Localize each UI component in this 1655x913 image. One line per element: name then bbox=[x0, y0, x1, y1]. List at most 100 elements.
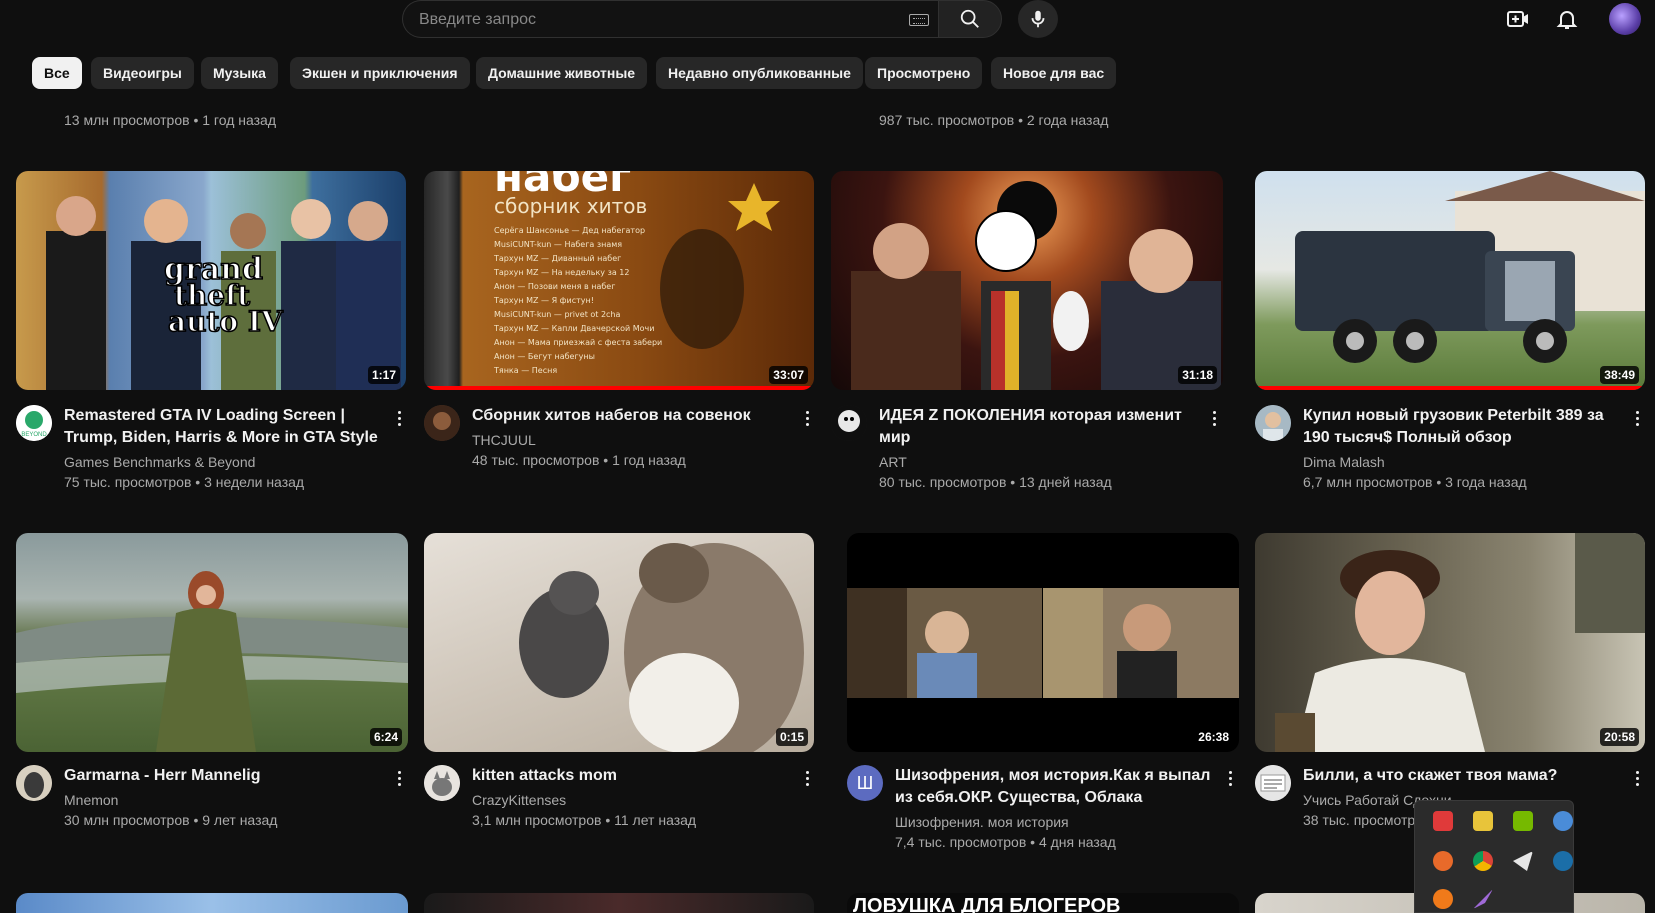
video-thumbnail[interactable]: 31:18 bbox=[831, 171, 1223, 390]
update-icon[interactable] bbox=[1433, 889, 1453, 909]
svg-text:Тархун MZ — Я фистун!: Тархун MZ — Я фистун! bbox=[493, 296, 594, 305]
channel-avatar[interactable] bbox=[424, 765, 460, 801]
more-icon[interactable] bbox=[389, 406, 409, 430]
steam-icon[interactable] bbox=[1553, 851, 1573, 871]
chrome-icon[interactable] bbox=[1473, 851, 1493, 871]
channel-name[interactable]: CrazyKittenses bbox=[472, 792, 566, 808]
svg-text:MusiCUNT-kun — privet ot 2cha: MusiCUNT-kun — privet ot 2cha bbox=[494, 310, 621, 319]
svg-text:Тархун MZ — Капли Двачерской М: Тархун MZ — Капли Двачерской Мочи bbox=[493, 324, 654, 333]
chip-watched[interactable]: Просмотрено bbox=[865, 57, 983, 89]
app-icon[interactable] bbox=[1433, 851, 1453, 871]
shield-icon[interactable] bbox=[1473, 811, 1493, 831]
filter-chips-bar: Все Видеоигры Музыка Экшен и приключения… bbox=[0, 52, 1655, 96]
thumbnail-art bbox=[847, 588, 1239, 698]
chip-music[interactable]: Музыка bbox=[201, 57, 278, 89]
channel-name[interactable]: THCJUUL bbox=[472, 432, 536, 448]
channel-avatar[interactable] bbox=[16, 765, 52, 801]
create-icon bbox=[1507, 11, 1528, 27]
channel-avatar[interactable] bbox=[424, 405, 460, 441]
more-icon[interactable] bbox=[389, 766, 409, 790]
video-duration: 31:18 bbox=[1178, 366, 1217, 384]
thumbnail-art bbox=[1275, 533, 1645, 752]
thumbnail-art: набег сборник хитов Серёга Шансонье — Де… bbox=[493, 171, 780, 375]
chip-new-for-you[interactable]: Новое для вас bbox=[991, 57, 1117, 89]
masthead bbox=[0, 0, 1655, 40]
notifications-button[interactable] bbox=[1552, 4, 1582, 34]
thumbnail-art bbox=[1295, 171, 1645, 363]
channel-name[interactable]: Games Benchmarks & Beyond bbox=[64, 454, 255, 470]
video-duration: 0:15 bbox=[775, 728, 808, 746]
chip-pets[interactable]: Домашние животные bbox=[476, 57, 648, 89]
more-icon[interactable] bbox=[797, 766, 817, 790]
video-stats: 3,1 млн просмотров • 11 лет назад bbox=[472, 812, 697, 828]
channel-avatar[interactable] bbox=[1255, 405, 1291, 441]
video-title[interactable]: Remastered GTA IV Loading Screen | Trump… bbox=[64, 405, 384, 449]
chip-action[interactable]: Экшен и приключения bbox=[290, 57, 470, 89]
channel-name[interactable]: Dima Malash bbox=[1303, 454, 1385, 470]
svg-text:Тархун MZ — На недельку за 12: Тархун MZ — На недельку за 12 bbox=[493, 268, 629, 277]
video-thumbnail[interactable]: набег сборник хитов Серёга Шансонье — Де… bbox=[424, 171, 814, 390]
watch-progress-bar bbox=[424, 386, 814, 390]
video-duration: 33:07 bbox=[769, 366, 808, 384]
video-title[interactable]: Шизофрения, моя история.Как я выпал из с… bbox=[895, 765, 1215, 809]
more-icon[interactable] bbox=[1220, 766, 1240, 790]
video-thumbnail[interactable]: 38:49 bbox=[1255, 171, 1645, 390]
video-title[interactable]: Купил новый грузовик Peterbilt 389 за 19… bbox=[1303, 405, 1623, 449]
video-thumbnail[interactable]: 20:58 bbox=[1255, 533, 1645, 752]
game-icon[interactable] bbox=[1513, 851, 1533, 871]
more-icon[interactable] bbox=[797, 406, 817, 430]
avatar-letter: Ш bbox=[856, 772, 874, 793]
settings-icon[interactable] bbox=[1553, 811, 1573, 831]
watch-progress-bar bbox=[1255, 386, 1645, 390]
channel-avatar[interactable] bbox=[1255, 765, 1291, 801]
video-stats: 80 тыс. просмотров • 13 дней назад bbox=[879, 474, 1112, 490]
video-duration: 1:17 bbox=[367, 366, 400, 384]
video-title[interactable]: kitten attacks mom bbox=[472, 765, 792, 787]
svg-text:BEYOND: BEYOND bbox=[21, 432, 47, 438]
video-thumbnail[interactable]: ЛОВУШКА ДЛЯ БЛОГЕРОВ bbox=[847, 893, 1239, 913]
nvidia-icon[interactable] bbox=[1513, 811, 1533, 831]
video-title[interactable]: Сборник хитов набегов на совенок фист bbox=[472, 405, 792, 427]
svg-text:Анон — Позови меня в набег: Анон — Позови меня в набег bbox=[494, 282, 615, 291]
thumbnail-art bbox=[519, 543, 804, 752]
video-title[interactable]: Garmarna - Herr Mannelig bbox=[64, 765, 384, 787]
antivirus-icon[interactable] bbox=[1433, 811, 1453, 831]
channel-name[interactable]: ART bbox=[879, 454, 907, 470]
voice-search-button[interactable] bbox=[1018, 0, 1058, 38]
chip-recent[interactable]: Недавно опубликованные bbox=[656, 57, 863, 89]
channel-name[interactable]: Шизофрения. моя история bbox=[895, 814, 1069, 830]
channel-avatar[interactable]: BEYOND bbox=[16, 405, 52, 441]
video-title[interactable]: ИДЕЯ Z ПОКОЛЕНИЯ которая изменит мир bbox=[879, 405, 1199, 449]
more-icon[interactable] bbox=[1627, 766, 1647, 790]
feather-icon[interactable] bbox=[1473, 889, 1493, 909]
chip-videogames[interactable]: Видеоигры bbox=[91, 57, 194, 89]
video-duration: 38:49 bbox=[1600, 366, 1639, 384]
video-thumbnail[interactable] bbox=[16, 893, 408, 913]
chip-all[interactable]: Все bbox=[32, 57, 82, 89]
create-button[interactable] bbox=[1503, 4, 1533, 34]
video-thumbnail[interactable]: 0:15 bbox=[424, 533, 814, 752]
video-thumbnail[interactable]: 6:24 bbox=[16, 533, 408, 752]
more-icon[interactable] bbox=[1627, 406, 1647, 430]
bell-icon bbox=[1556, 11, 1578, 29]
channel-avatar[interactable] bbox=[831, 405, 867, 441]
video-title[interactable]: Билли, а что скажет твоя мама? bbox=[1303, 765, 1623, 787]
video-stats: 7,4 тыс. просмотров • 4 дня назад bbox=[895, 834, 1116, 850]
search-button[interactable] bbox=[938, 0, 1002, 38]
channel-name[interactable]: Mnemon bbox=[64, 792, 118, 808]
search-input[interactable] bbox=[419, 9, 899, 31]
avatar[interactable] bbox=[1609, 3, 1641, 35]
video-thumbnail[interactable] bbox=[424, 893, 814, 913]
channel-avatar[interactable]: Ш bbox=[847, 765, 883, 801]
system-tray-overflow bbox=[1414, 800, 1574, 913]
svg-text:Анон — Мама приезжай с феста з: Анон — Мама приезжай с феста забери bbox=[494, 338, 662, 347]
video-thumbnail[interactable]: 26:38 bbox=[847, 533, 1239, 752]
keyboard-icon[interactable] bbox=[909, 14, 929, 26]
video-thumbnail[interactable]: grand theft auto IV 1:17 bbox=[16, 171, 406, 390]
search-icon bbox=[960, 9, 979, 28]
search-box[interactable] bbox=[402, 0, 938, 38]
video-stats: 48 тыс. просмотров • 1 год назад bbox=[472, 452, 686, 468]
more-icon[interactable] bbox=[1204, 406, 1224, 430]
video-duration: 20:58 bbox=[1600, 728, 1639, 746]
thumbnail-art bbox=[16, 571, 408, 752]
